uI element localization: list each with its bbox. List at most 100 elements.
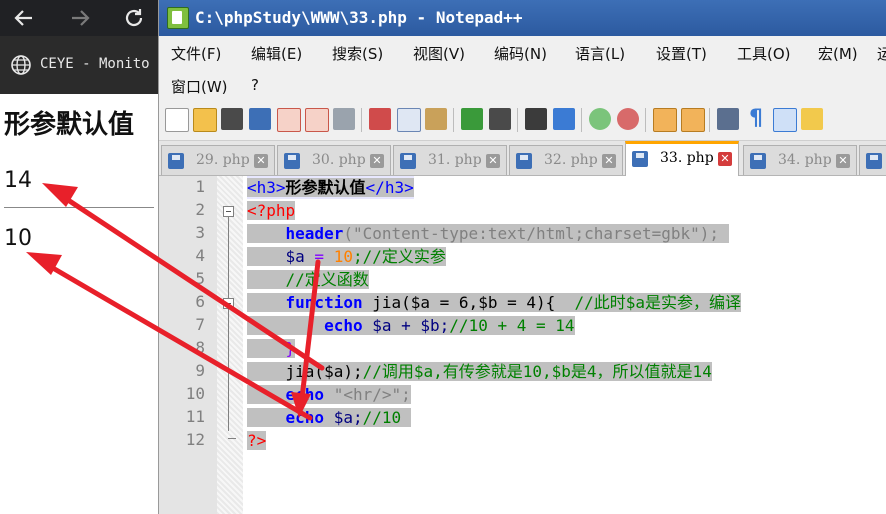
line-number-gutter: 1 2 3 4 5 6 7 8 9 10 11 12 <box>159 176 217 514</box>
menu-macro[interactable]: 宏(M) <box>818 43 858 64</box>
disk-icon <box>866 153 882 169</box>
code-line-10: echo "<hr/>"; <box>247 383 411 406</box>
save-all-icon[interactable] <box>249 108 271 130</box>
tab-31-php[interactable]: 31. php ✕ <box>393 145 507 175</box>
line-number: 3 <box>195 223 205 242</box>
line-number: 5 <box>195 269 205 288</box>
toolbar-separator <box>517 108 518 132</box>
line-number: 6 <box>195 292 205 311</box>
print-icon[interactable] <box>333 108 355 130</box>
menu-tools[interactable]: 工具(O) <box>737 43 791 64</box>
close-icon[interactable]: ✕ <box>254 154 268 168</box>
code-line-4: $a = 10;//定义实参 <box>247 245 446 268</box>
indent-guide-icon[interactable] <box>773 108 797 132</box>
sync-vertical-icon[interactable] <box>653 108 677 132</box>
toolbar-separator <box>453 108 454 132</box>
close-icon[interactable]: ✕ <box>836 154 850 168</box>
back-button[interactable] <box>6 0 42 36</box>
code-line-5: //定义函数 <box>247 268 369 291</box>
fold-toggle[interactable] <box>223 298 234 309</box>
tab-label: 33. php <box>660 150 714 166</box>
paste-icon[interactable] <box>425 108 447 130</box>
sync-horizontal-icon[interactable] <box>681 108 705 132</box>
disk-icon <box>750 153 766 169</box>
menu-language[interactable]: 语言(L) <box>575 43 625 64</box>
toolbar-separator <box>581 108 582 132</box>
toolbar: ¶ <box>159 100 886 141</box>
tab-label: 32. php <box>544 152 598 168</box>
fold-line <box>228 217 229 431</box>
code-area[interactable]: <h3>形参默认值</h3> <?php header("Content-typ… <box>243 176 886 514</box>
word-wrap-icon[interactable] <box>717 108 739 130</box>
menu-search[interactable]: 搜索(S) <box>332 43 383 64</box>
fold-toggle[interactable] <box>223 206 234 217</box>
close-icon[interactable]: ✕ <box>718 152 732 166</box>
menu-window[interactable]: 窗口(W) <box>171 76 228 97</box>
code-token: $a + $b; <box>362 316 450 335</box>
copy-icon[interactable] <box>397 108 421 132</box>
code-token: $a; <box>324 408 363 427</box>
user-lang-icon[interactable] <box>801 108 823 130</box>
file-tab-bar: 29. php ✕ 30. php ✕ 31. php ✕ 32. php ✕ … <box>159 141 886 176</box>
browser-tab[interactable]: CEYE - Monito <box>0 36 158 94</box>
menu-settings[interactable]: 设置(T) <box>656 43 707 64</box>
browser-tab-title: CEYE - Monito <box>40 56 150 72</box>
menu-help[interactable]: ? <box>251 76 259 94</box>
disk-icon <box>516 153 532 169</box>
close-file-icon[interactable] <box>277 108 301 132</box>
output-first-value: 14 <box>4 168 32 193</box>
code-line-11: echo $a;//10 <box>247 406 411 429</box>
disk-icon <box>284 153 300 169</box>
globe-icon <box>11 55 31 75</box>
menu-run[interactable]: 运 <box>877 43 886 64</box>
tab-32-php[interactable]: 32. php ✕ <box>509 145 623 175</box>
tab-label: 34. php <box>778 152 832 168</box>
tab-29-php[interactable]: 29. php ✕ <box>161 145 275 175</box>
close-all-icon[interactable] <box>305 108 329 132</box>
code-token: 10 <box>333 247 353 266</box>
disk-icon <box>400 153 416 169</box>
line-number: 12 <box>185 430 205 449</box>
save-icon[interactable] <box>221 108 243 130</box>
code-token: //定义函数 <box>285 270 369 289</box>
zoom-in-icon[interactable] <box>589 108 611 130</box>
open-file-icon[interactable] <box>193 108 217 132</box>
line-number: 10 <box>185 384 205 403</box>
menu-view[interactable]: 视图(V) <box>413 43 465 64</box>
find-icon[interactable] <box>525 108 547 130</box>
line-number: 9 <box>195 361 205 380</box>
close-icon[interactable]: ✕ <box>486 154 500 168</box>
tab-next-php[interactable] <box>859 145 886 175</box>
forward-button[interactable] <box>62 0 98 36</box>
zoom-out-icon[interactable] <box>617 108 639 130</box>
undo-icon[interactable] <box>461 108 483 130</box>
code-line-6: function jia($a = 6,$b = 4){ //此时$a是实参，编… <box>247 291 742 314</box>
replace-icon[interactable] <box>553 108 575 130</box>
close-icon[interactable]: ✕ <box>602 154 616 168</box>
code-token: <?php <box>247 201 296 220</box>
tab-33-php[interactable]: 33. php ✕ <box>625 141 739 176</box>
menu-edit[interactable]: 编辑(E) <box>251 43 302 64</box>
code-token: ;//定义实参 <box>352 247 446 266</box>
tab-label: 29. php <box>196 152 250 168</box>
code-token: "<hr/>"; <box>324 385 411 404</box>
code-line-7: echo $a + $b;//10 + 4 = 14 <box>247 314 575 337</box>
toolbar-separator <box>709 108 710 132</box>
menu-encoding[interactable]: 编码(N) <box>494 43 547 64</box>
code-token: header <box>285 224 344 243</box>
new-file-icon[interactable] <box>165 108 189 132</box>
code-token: <h3> <box>247 178 286 197</box>
code-editor[interactable]: 1 2 3 4 5 6 7 8 9 10 11 12 <h3>形参默认值</h3… <box>159 176 886 514</box>
cut-icon[interactable] <box>369 108 391 130</box>
tab-label: 30. php <box>312 152 366 168</box>
show-all-chars-icon[interactable]: ¶ <box>745 108 767 130</box>
code-token: = <box>304 247 334 266</box>
notepadpp-window: C:\phpStudy\WWW\33.php - Notepad++ 文件(F)… <box>158 0 886 514</box>
reload-button[interactable] <box>116 0 152 36</box>
code-token: //10 <box>362 408 402 427</box>
menu-file[interactable]: 文件(F) <box>171 43 221 64</box>
tab-34-php[interactable]: 34. php ✕ <box>743 145 857 175</box>
close-icon[interactable]: ✕ <box>370 154 384 168</box>
tab-30-php[interactable]: 30. php ✕ <box>277 145 391 175</box>
redo-icon[interactable] <box>489 108 511 130</box>
